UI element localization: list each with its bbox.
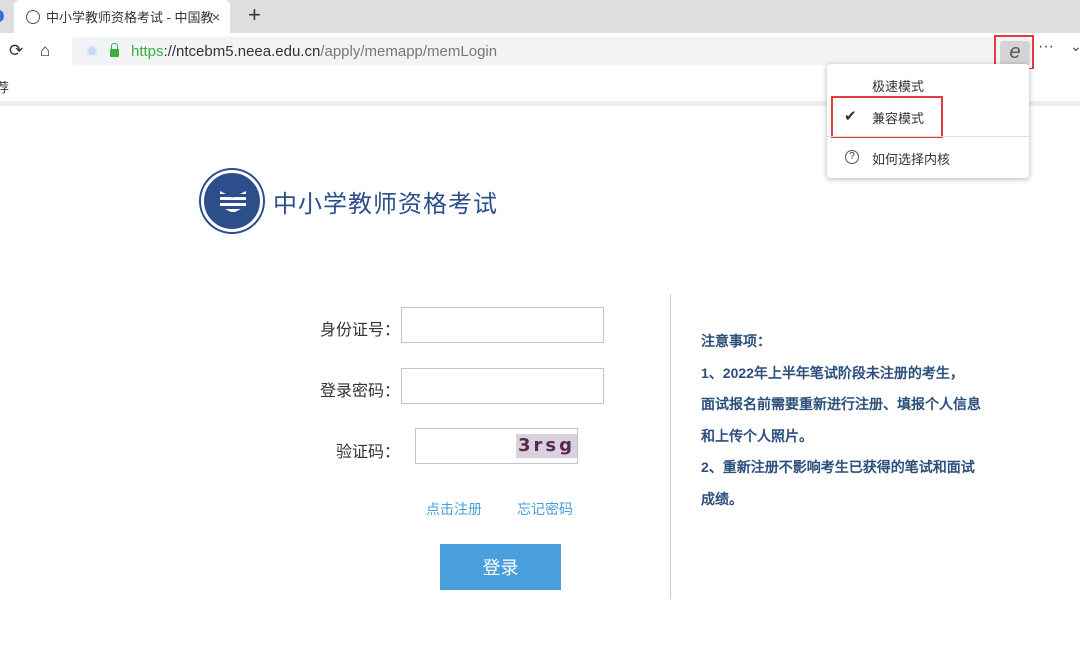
- globe-icon: [26, 10, 40, 24]
- lock-icon: [110, 49, 119, 57]
- active-tab[interactable]: 中小学教师资格考试 - 中国教 ×: [14, 0, 230, 33]
- url-host: ntcebm5.neea.edu.cn: [176, 43, 320, 60]
- notice-line: 面试报名前需要重新进行注册、填报个人信息: [701, 394, 981, 426]
- chevron-down-icon[interactable]: ⌄: [1070, 38, 1080, 55]
- notice-line: 2、重新注册不影响考生已获得的笔试和面试: [701, 457, 981, 489]
- address-bar[interactable]: https://ntcebm5.neea.edu.cn/apply/memapp…: [72, 37, 1032, 65]
- captcha-image[interactable]: 3rsg: [516, 434, 577, 458]
- notice: 注意事项： 1、2022年上半年笔试阶段未注册的考生， 面试报名前需要重新进行注…: [701, 331, 981, 520]
- password-label: 登录密码：: [300, 377, 400, 401]
- check-icon: ✔: [844, 107, 857, 125]
- login-button[interactable]: 登录: [440, 544, 561, 590]
- notice-title: 注意事项：: [701, 331, 981, 363]
- forgot-password-link[interactable]: 忘记密码: [517, 499, 573, 519]
- site-info-icon[interactable]: [86, 45, 98, 57]
- menu-divider: [827, 136, 1029, 137]
- id-label: 身份证号：: [300, 316, 400, 340]
- menu-item-compat-mode[interactable]: 兼容模式: [872, 108, 924, 127]
- help-icon: ?: [845, 150, 859, 164]
- more-icon[interactable]: ···: [1038, 38, 1054, 56]
- url-scheme: https: [131, 43, 164, 60]
- url-path: /apply/memapp/memLogin: [320, 43, 497, 60]
- tab-bar: 中小学教师资格考试 - 中国教 × +: [0, 0, 1080, 33]
- previous-tab-icon[interactable]: [0, 10, 4, 22]
- captcha-label: 验证码：: [300, 438, 400, 462]
- new-tab-button[interactable]: +: [248, 2, 261, 28]
- url-sep: ://: [164, 43, 177, 60]
- notice-line: 1、2022年上半年笔试阶段未注册的考生，: [701, 363, 981, 395]
- divider: [670, 294, 671, 599]
- menu-item-help[interactable]: 如何选择内核: [872, 149, 950, 168]
- bookmark-item[interactable]: 荐: [0, 77, 9, 96]
- home-icon[interactable]: ⌂: [40, 41, 50, 61]
- notice-line: 和上传个人照片。: [701, 426, 981, 458]
- logo-text: 中小学教师资格考试: [273, 184, 498, 219]
- browser-mode-menu: 极速模式 ✔ 兼容模式 ? 如何选择内核: [827, 64, 1029, 178]
- ie-icon: e: [1000, 41, 1030, 65]
- notice-line: 成绩。: [701, 489, 981, 521]
- tab-title: 中小学教师资格考试 - 中国教: [46, 7, 214, 26]
- id-number-input[interactable]: [401, 307, 604, 343]
- logo-emblem: [201, 170, 263, 232]
- close-tab-icon[interactable]: ×: [212, 9, 220, 25]
- register-link[interactable]: 点击注册: [426, 499, 482, 519]
- reload-icon[interactable]: ⟳: [9, 41, 23, 61]
- password-input[interactable]: [401, 368, 604, 404]
- menu-item-speed-mode[interactable]: 极速模式: [872, 76, 924, 95]
